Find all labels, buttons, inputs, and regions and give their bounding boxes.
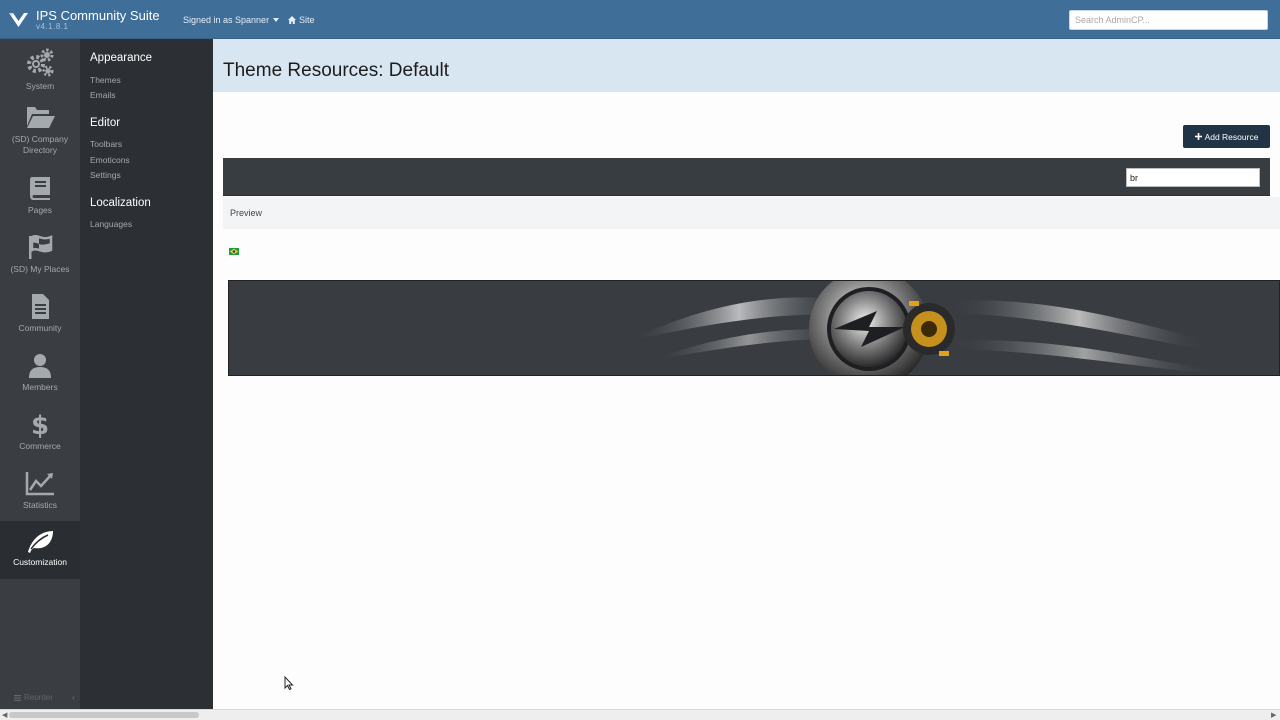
home-icon — [288, 16, 296, 24]
caret-down-icon — [273, 18, 280, 22]
nav-item-members[interactable]: Members — [0, 351, 80, 409]
brand-title: IPS Community Suite — [36, 8, 160, 23]
sub-link-themes[interactable]: Themes — [90, 75, 121, 85]
nav-item-system[interactable]: System — [0, 44, 80, 102]
icon-nav-sidebar: System (SD) Company Directory Pages (SD)… — [0, 39, 80, 709]
sub-heading-editor: Editor — [90, 117, 121, 129]
nav-item-customization[interactable]: Customization — [0, 521, 80, 579]
scroll-right-icon[interactable]: ▶ — [1271, 711, 1276, 719]
brand-version: v4.1.8.1 — [36, 22, 69, 31]
sub-link-emails[interactable]: Emails — [90, 90, 116, 100]
chrome-emblem-banner-image — [629, 281, 1219, 375]
horizontal-scrollbar[interactable]: ◀ ▶ — [0, 709, 1280, 720]
column-preview-label: Preview — [230, 208, 263, 218]
sub-link-emoticons[interactable]: Emoticons — [90, 155, 130, 165]
nav-label-community: Community — [18, 323, 62, 333]
mouse-cursor-icon — [284, 676, 294, 690]
scrollbar-thumb[interactable] — [9, 712, 199, 718]
resource-filter-input[interactable] — [1126, 168, 1260, 187]
reorder-button[interactable]: Reorder — [14, 693, 53, 702]
flag-icon — [29, 235, 53, 259]
user-menu-label: Signed in as Spanner — [183, 15, 270, 25]
table-filter-bar — [223, 158, 1270, 196]
nav-label-system: System — [25, 81, 55, 91]
banner-resource-preview — [228, 280, 1280, 376]
sub-link-toolbars[interactable]: Toolbars — [90, 139, 122, 149]
reorder-label: Reorder — [24, 693, 53, 702]
user-icon — [29, 354, 51, 378]
scroll-left-icon[interactable]: ◀ — [2, 711, 7, 719]
nav-label-statistics: Statistics — [22, 500, 57, 510]
admincp-search-input[interactable] — [1069, 10, 1268, 30]
nav-item-statistics[interactable]: Statistics — [0, 469, 80, 527]
nav-item-company-directory[interactable]: (SD) Company Directory — [0, 103, 80, 161]
nav-label-my-places: (SD) My Places — [10, 264, 70, 274]
book-icon — [30, 177, 50, 200]
plus-icon — [1194, 133, 1202, 140]
ips-logo-icon[interactable] — [9, 11, 28, 28]
top-header-bar: IPS Community Suite v4.1.8.1 Signed in a… — [0, 0, 1280, 39]
nav-label-customization: Customization — [13, 557, 67, 567]
nav-item-pages[interactable]: Pages — [0, 174, 80, 232]
nav-label-commerce: Commerce — [19, 441, 61, 451]
sub-nav-sidebar: Appearance Themes Emails Editor Toolbars… — [80, 39, 213, 709]
sub-link-languages[interactable]: Languages — [90, 219, 132, 229]
document-icon — [32, 294, 49, 319]
nav-item-my-places[interactable]: (SD) My Places — [0, 233, 80, 291]
sub-heading-localization: Localization — [90, 197, 151, 209]
folder-open-icon — [27, 107, 55, 128]
nav-label-members: Members — [22, 382, 58, 392]
dollar-icon: $ — [31, 411, 49, 438]
nav-label-company-directory: (SD) Company Directory — [11, 134, 69, 155]
nav-item-commerce[interactable]: $ Commerce — [0, 410, 80, 468]
gears-icon — [27, 48, 54, 77]
leaf-icon — [28, 531, 53, 553]
add-resource-button[interactable]: Add Resource — [1183, 125, 1270, 148]
svg-text:$: $ — [31, 411, 49, 438]
sub-link-settings[interactable]: Settings — [90, 170, 121, 180]
line-chart-icon — [25, 472, 54, 496]
site-link-label: Site — [299, 15, 315, 25]
sub-heading-appearance: Appearance — [90, 52, 153, 64]
nav-label-pages: Pages — [27, 205, 53, 215]
user-menu[interactable]: Signed in as Spanner — [183, 15, 280, 25]
nav-item-community[interactable]: Community — [0, 292, 80, 350]
page-title: Theme Resources: Default — [223, 60, 449, 81]
table-column-header: Preview — [223, 197, 1280, 229]
add-resource-label: Add Resource — [1204, 131, 1259, 142]
menu-lines-icon — [14, 694, 21, 701]
page-header: Theme Resources: Default — [213, 39, 1280, 92]
site-link[interactable]: Site — [288, 15, 315, 25]
collapse-sidebar-icon[interactable]: ‹ — [72, 693, 75, 702]
brazil-flag-icon — [229, 248, 239, 255]
